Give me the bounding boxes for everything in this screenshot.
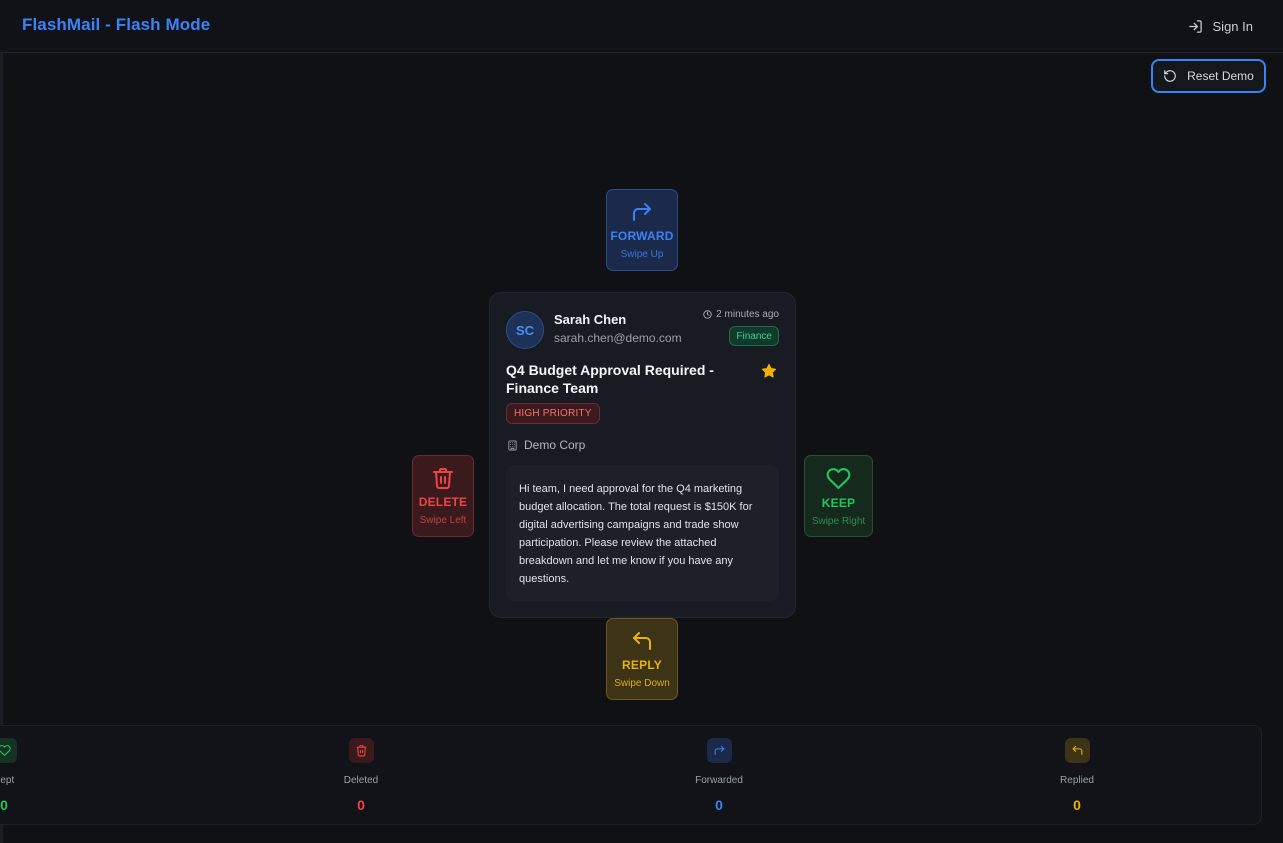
timestamp: 2 minutes ago — [703, 309, 779, 320]
sign-in-label: Sign In — [1212, 18, 1253, 34]
email-body: Hi team, I need approval for the Q4 mark… — [506, 465, 779, 601]
sender-email: sarah.chen@demo.com — [554, 331, 682, 345]
star-icon[interactable] — [761, 363, 777, 379]
email-subject: Q4 Budget Approval Required - Finance Te… — [506, 362, 714, 396]
forward-hint: Swipe Up — [620, 249, 664, 260]
forward-icon — [633, 203, 651, 221]
forward-icon — [714, 745, 725, 755]
reply-action[interactable]: REPLY Swipe Down — [606, 618, 678, 700]
stat-forwarded-count: 0 — [715, 797, 723, 813]
stat-forwarded: Forwarded 0 — [689, 738, 749, 813]
keep-hint: Swipe Right — [811, 516, 866, 527]
company-name: Demo Corp — [524, 438, 586, 452]
stat-replied: Replied 0 — [1047, 738, 1107, 813]
reply-icon — [633, 632, 651, 650]
stat-forwarded-label: Forwarded — [695, 775, 743, 786]
avatar: SC — [506, 311, 544, 349]
company: Demo Corp — [507, 438, 585, 452]
heart-icon — [826, 468, 851, 489]
clock-icon — [703, 310, 712, 319]
stat-kept-label: Kept — [0, 775, 15, 786]
stat-deleted-label: Deleted — [343, 775, 379, 786]
app-title: FlashMail - Flash Mode — [22, 15, 211, 34]
delete-action[interactable]: DELETE Swipe Left — [412, 455, 474, 537]
delete-label: DELETE — [418, 495, 468, 509]
top-bar: FlashMail - Flash Mode Sign In — [0, 0, 1283, 53]
stat-replied-label: Replied — [1060, 775, 1094, 786]
stat-deleted-count: 0 — [357, 797, 365, 813]
stat-kept-count: 0 — [0, 797, 8, 813]
stat-replied-count: 0 — [1073, 797, 1081, 813]
forward-action[interactable]: FORWARD Swipe Up — [606, 189, 678, 271]
heart-icon — [0, 745, 11, 757]
priority-badge: HIGH PRIORITY — [506, 403, 600, 424]
keep-label: KEEP — [821, 496, 856, 510]
email-card[interactable]: SC Sarah Chen sarah.chen@demo.com 2 minu… — [489, 292, 796, 618]
keep-action[interactable]: KEEP Swipe Right — [804, 455, 873, 537]
reset-icon — [1164, 70, 1176, 82]
stats-bar: Kept 0 Deleted 0 Forwarded 0 Replied 0 — [0, 725, 1262, 825]
sign-in-icon — [1188, 19, 1202, 33]
forward-label: FORWARD — [610, 229, 674, 243]
trash-icon — [433, 468, 453, 489]
reply-icon — [1071, 745, 1082, 755]
sender-name: Sarah Chen — [554, 312, 627, 327]
stat-kept: Kept 0 — [0, 738, 34, 813]
reply-hint: Swipe Down — [614, 678, 670, 689]
sign-in-button[interactable]: Sign In — [1188, 16, 1253, 36]
reply-label: REPLY — [622, 658, 662, 672]
building-icon — [508, 439, 517, 451]
category-badge: Finance — [729, 326, 779, 346]
delete-hint: Swipe Left — [419, 515, 467, 526]
reset-demo-label: Reset Demo — [1187, 69, 1254, 83]
trash-icon — [356, 745, 366, 757]
timestamp-text: 2 minutes ago — [716, 309, 779, 320]
reset-demo-button[interactable]: Reset Demo — [1151, 59, 1266, 93]
stat-deleted: Deleted 0 — [331, 738, 391, 813]
